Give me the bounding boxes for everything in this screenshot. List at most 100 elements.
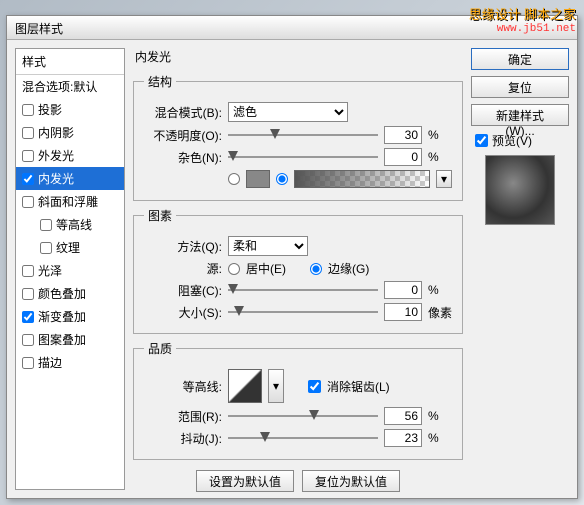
jitter-label: 抖动(J): [144,430,222,447]
choke-value[interactable]: 0 [384,281,422,299]
style-item[interactable]: 内阴影 [16,121,124,144]
style-label: 内阴影 [38,124,74,141]
style-item[interactable]: 投影 [16,98,124,121]
range-slider[interactable] [228,408,378,424]
source-edge-radio[interactable] [310,263,322,275]
style-item[interactable]: 颜色叠加 [16,282,124,305]
source-center-label: 居中(E) [246,260,286,277]
method-label: 方法(Q): [144,238,222,255]
ok-button[interactable]: 确定 [471,48,569,70]
style-label: 斜面和浮雕 [38,193,98,210]
layer-style-dialog: 图层样式 样式 混合选项:默认投影内阴影外发光内发光斜面和浮雕等高线纹理光泽颜色… [6,15,578,499]
preview-label: 预览(V) [492,132,532,149]
section-title: 内发光 [133,48,463,65]
group-quality-legend: 品质 [144,340,176,357]
style-item[interactable]: 外发光 [16,144,124,167]
style-label: 投影 [38,101,62,118]
style-item[interactable]: 等高线 [16,213,124,236]
choke-slider[interactable] [228,282,378,298]
style-checkbox[interactable] [40,219,52,231]
style-item[interactable]: 渐变叠加 [16,305,124,328]
style-label: 颜色叠加 [38,285,86,302]
size-slider[interactable] [228,304,378,320]
style-label: 光泽 [38,262,62,279]
styles-list: 样式 混合选项:默认投影内阴影外发光内发光斜面和浮雕等高线纹理光泽颜色叠加渐变叠… [15,48,125,490]
group-element: 图素 方法(Q): 柔和 源: 居中(E) 边缘(G) 阻塞(C): [133,207,463,334]
group-structure-legend: 结构 [144,73,176,90]
style-label: 等高线 [56,216,92,233]
style-checkbox[interactable] [22,173,34,185]
style-label: 渐变叠加 [38,308,86,325]
jitter-value[interactable]: 23 [384,429,422,447]
size-label: 大小(S): [144,304,222,321]
noise-label: 杂色(N): [144,149,222,166]
gradient-dropdown-icon[interactable]: ▾ [436,170,452,188]
jitter-slider[interactable] [228,430,378,446]
style-label: 混合选项:默认 [22,78,97,95]
style-item[interactable]: 光泽 [16,259,124,282]
style-checkbox[interactable] [22,357,34,369]
percent-unit: % [428,128,452,142]
watermark: 思缘设计 脚本之家 www.jb51.net [469,4,576,35]
group-element-legend: 图素 [144,207,176,224]
gradient-bar[interactable] [294,170,430,188]
preview-thumbnail [485,155,555,225]
style-item[interactable]: 斜面和浮雕 [16,190,124,213]
preview-checkbox[interactable] [475,134,488,147]
style-checkbox[interactable] [22,311,34,323]
styles-header[interactable]: 样式 [16,49,124,75]
pixel-unit: 像素 [428,304,452,321]
source-center-radio[interactable] [228,263,240,275]
reset-default-button[interactable]: 复位为默认值 [302,470,400,492]
style-label: 图案叠加 [38,331,86,348]
blend-mode-select[interactable]: 滤色 [228,102,348,122]
gradient-radio[interactable] [276,173,288,185]
make-default-button[interactable]: 设置为默认值 [196,470,294,492]
opacity-label: 不透明度(O): [144,127,222,144]
style-label: 描边 [38,354,62,371]
color-radio[interactable] [228,173,240,185]
style-checkbox[interactable] [22,127,34,139]
cancel-button[interactable]: 复位 [471,76,569,98]
style-item[interactable]: 描边 [16,351,124,374]
antialias-checkbox[interactable] [308,380,321,393]
style-label: 内发光 [38,170,74,187]
style-checkbox[interactable] [22,334,34,346]
style-checkbox[interactable] [22,150,34,162]
noise-value[interactable]: 0 [384,148,422,166]
blend-mode-label: 混合模式(B): [144,104,222,121]
style-checkbox[interactable] [22,196,34,208]
style-item[interactable]: 纹理 [16,236,124,259]
range-value[interactable]: 56 [384,407,422,425]
style-checkbox[interactable] [22,104,34,116]
style-checkbox[interactable] [22,265,34,277]
style-item[interactable]: 混合选项:默认 [16,75,124,98]
color-swatch[interactable] [246,170,270,188]
style-checkbox[interactable] [22,288,34,300]
size-value[interactable]: 10 [384,303,422,321]
group-quality: 品质 等高线: ▾ 消除锯齿(L) 范围(R): 56 % [133,340,463,460]
style-item[interactable]: 内发光 [16,167,124,190]
style-item[interactable]: 图案叠加 [16,328,124,351]
antialias-label: 消除锯齿(L) [327,378,390,395]
new-style-button[interactable]: 新建样式(W)... [471,104,569,126]
contour-picker[interactable] [228,369,262,403]
noise-slider[interactable] [228,149,378,165]
source-label: 源: [144,260,222,277]
style-label: 外发光 [38,147,74,164]
percent-unit: % [428,283,452,297]
contour-dropdown-icon[interactable]: ▾ [268,369,284,403]
opacity-slider[interactable] [228,127,378,143]
contour-label: 等高线: [144,378,222,395]
choke-label: 阻塞(C): [144,282,222,299]
group-structure: 结构 混合模式(B): 滤色 不透明度(O): 30 % 杂色(N): [133,73,463,201]
percent-unit: % [428,150,452,164]
source-edge-label: 边缘(G) [328,260,369,277]
range-label: 范围(R): [144,408,222,425]
style-label: 纹理 [56,239,80,256]
method-select[interactable]: 柔和 [228,236,308,256]
style-checkbox[interactable] [40,242,52,254]
percent-unit: % [428,409,452,423]
percent-unit: % [428,431,452,445]
opacity-value[interactable]: 30 [384,126,422,144]
